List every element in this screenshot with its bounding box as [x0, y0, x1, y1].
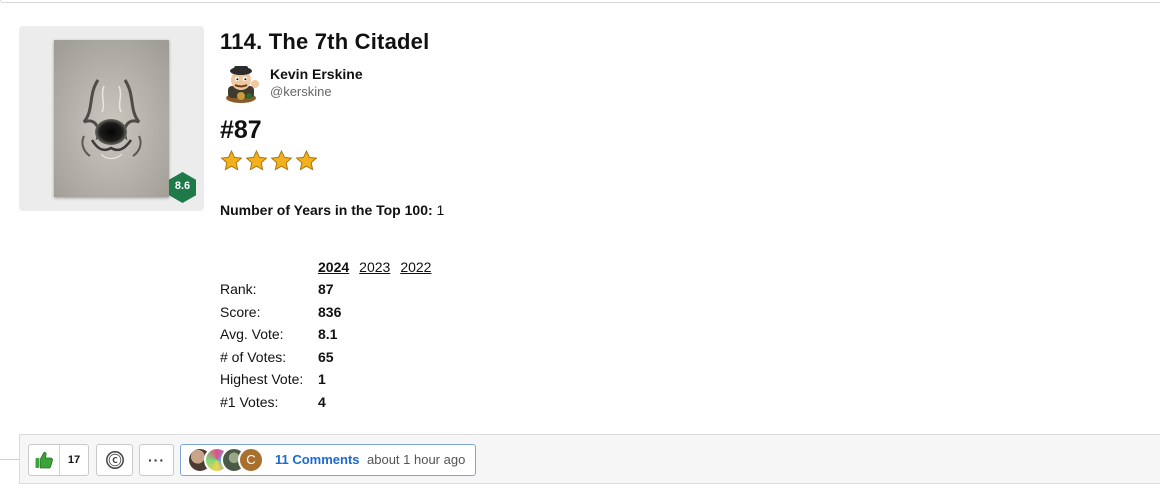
comments-button[interactable]: C 11 Comments about 1 hour ago: [180, 444, 476, 476]
stat-label: #1 Votes:: [220, 393, 279, 410]
like-count: 17: [67, 454, 81, 466]
years-in-top-100: Number of Years in the Top 100: 1: [220, 202, 444, 218]
stat-value: 1: [318, 371, 326, 388]
star-rating: [220, 149, 318, 174]
star-icon: [295, 149, 318, 171]
stat-label: # of Votes:: [220, 348, 287, 365]
stat-label: Score:: [220, 303, 261, 320]
author-avatar[interactable]: [220, 62, 262, 104]
star-icon: [270, 149, 293, 171]
star-icon: [245, 149, 268, 171]
ellipsis-icon: ···: [148, 452, 165, 468]
years-label: Number of Years in the Top 100:: [220, 202, 433, 218]
stat-value: 836: [318, 303, 342, 320]
rating-value: 8.6: [174, 180, 191, 192]
commenter-avatar: C: [238, 447, 264, 473]
year-tabs: 2024 2023 2022: [318, 259, 431, 275]
author-name[interactable]: Kevin Erskine: [270, 66, 363, 82]
stat-label: Highest Vote:: [220, 371, 304, 388]
divider: [0, 459, 19, 460]
comments-timestamp: about 1 hour ago: [367, 452, 466, 467]
album-cover-image[interactable]: [54, 40, 169, 197]
author-handle[interactable]: @kerskine: [270, 84, 332, 99]
top-divider: [0, 0, 1160, 3]
commenter-avatars: C: [187, 447, 273, 473]
stat-value: 4: [318, 393, 326, 410]
like-button[interactable]: 17: [28, 444, 89, 476]
svg-text:C: C: [112, 456, 118, 465]
star-icon: [220, 149, 243, 171]
thumbs-up-icon[interactable]: [29, 445, 60, 475]
creative-commons-button[interactable]: C: [96, 444, 133, 476]
stat-value: 65: [318, 348, 334, 365]
stat-value: 87: [318, 281, 334, 297]
album-cover-card[interactable]: 8.6: [19, 26, 204, 211]
rating-badge: 8.6: [169, 172, 196, 203]
creative-commons-icon: C: [105, 451, 124, 469]
more-options-button[interactable]: ···: [139, 444, 174, 476]
tab-year-2024[interactable]: 2024: [318, 259, 349, 275]
list-rank: #87: [220, 116, 262, 144]
tab-year-2022[interactable]: 2022: [400, 259, 431, 275]
years-value: 1: [436, 202, 445, 218]
stat-value: 8.1: [318, 326, 338, 343]
album-title: 114. The 7th Citadel: [220, 29, 430, 54]
comments-link[interactable]: 11 Comments: [275, 452, 360, 467]
stat-label: Rank:: [220, 281, 257, 297]
tab-year-2023[interactable]: 2023: [359, 259, 390, 275]
stat-label: Avg. Vote:: [220, 326, 284, 343]
